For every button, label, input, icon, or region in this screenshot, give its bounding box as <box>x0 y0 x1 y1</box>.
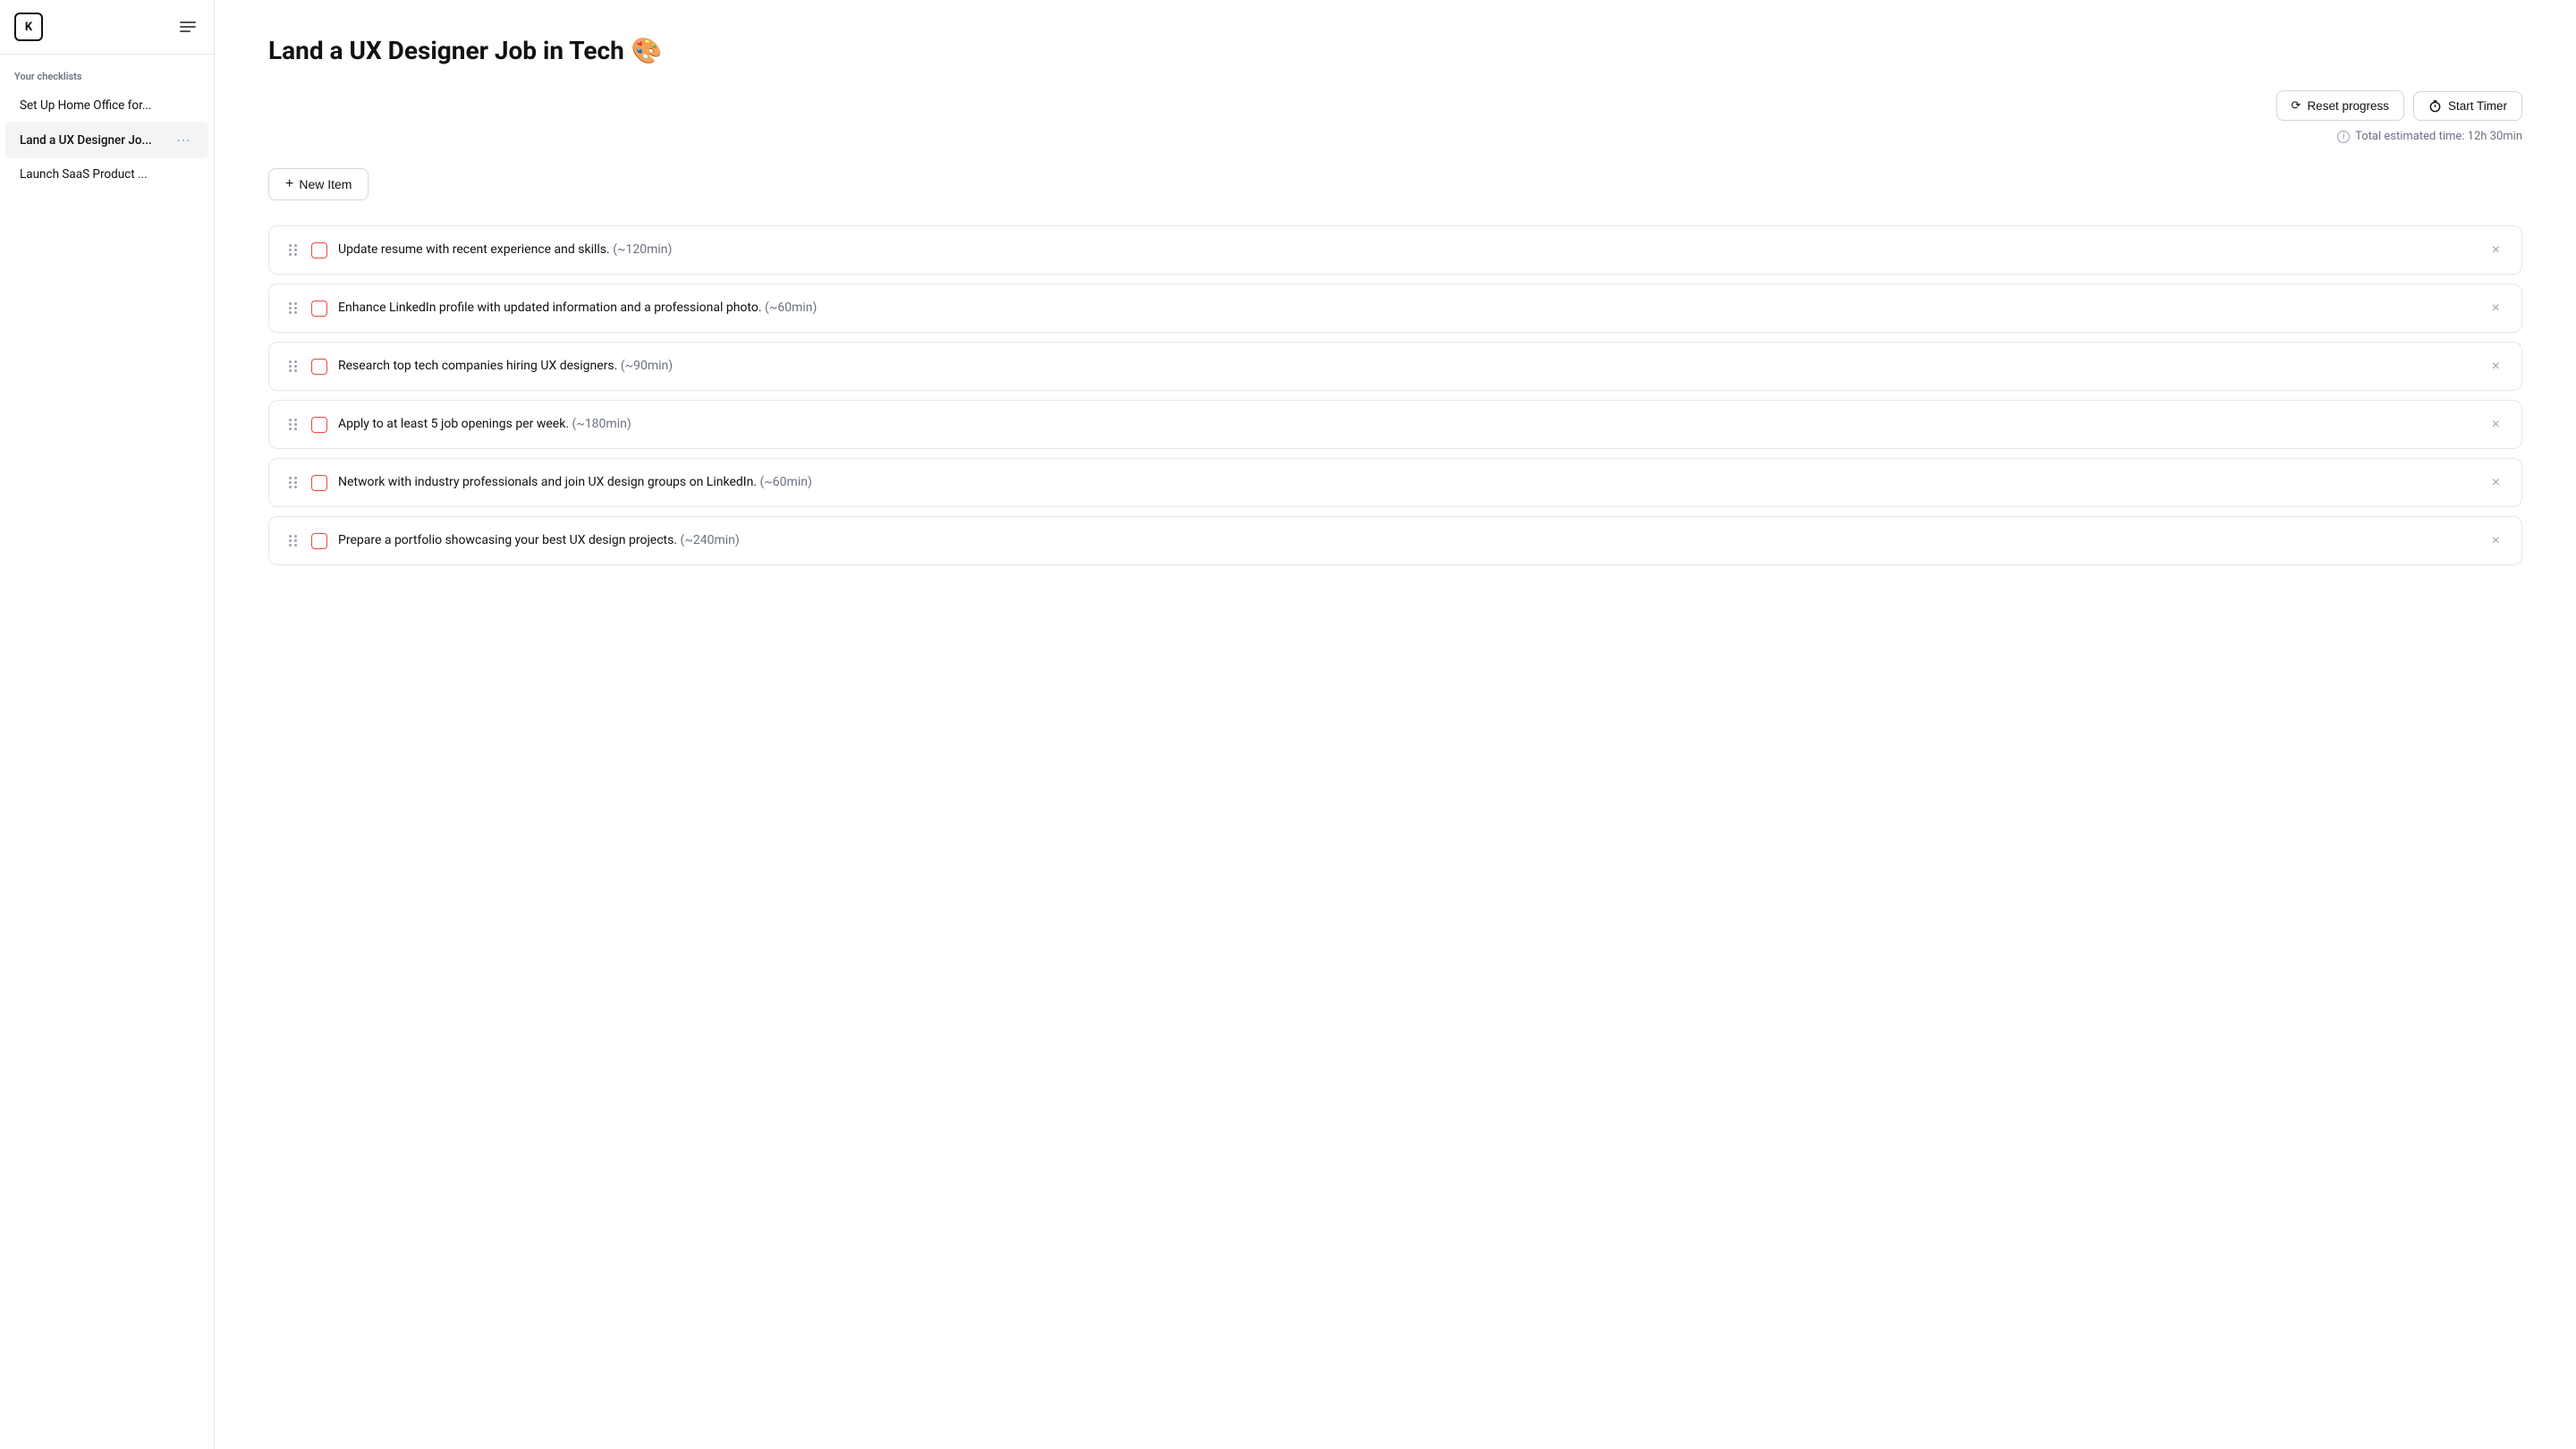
reset-label: Reset progress <box>2307 99 2389 113</box>
item-time: (~240min) <box>681 533 740 547</box>
logo-icon: K <box>14 13 43 41</box>
checklist-item: Research top tech companies hiring UX de… <box>268 342 2522 391</box>
toolbar: ⟳ Reset progress Start Timer <box>268 90 2522 121</box>
drag-handle[interactable] <box>285 475 301 490</box>
plus-icon: + <box>285 177 293 191</box>
item-main-text: Enhance LinkedIn profile with updated in… <box>338 301 762 315</box>
sidebar-item-label: Launch SaaS Product ... <box>20 167 194 182</box>
item-text: Apply to at least 5 job openings per wee… <box>338 415 2476 434</box>
sidebar-items-list: Set Up Home Office for... Land a UX Desi… <box>0 89 214 191</box>
sidebar-header: K <box>0 0 214 55</box>
sidebar-item-saas-product[interactable]: Launch SaaS Product ... <box>5 159 208 190</box>
remove-item-button[interactable]: × <box>2487 358 2505 376</box>
item-main-text: Prepare a portfolio showcasing your best… <box>338 533 677 547</box>
drag-handle[interactable] <box>285 301 301 316</box>
checkbox[interactable] <box>311 417 327 433</box>
item-main-text: Network with industry professionals and … <box>338 475 757 489</box>
main-content: Land a UX Designer Job in Tech 🎨 ⟳ Reset… <box>215 0 2576 1449</box>
item-text: Update resume with recent experience and… <box>338 241 2476 259</box>
checklist-item: Update resume with recent experience and… <box>268 225 2522 275</box>
sidebar-item-label: Land a UX Designer Jo... <box>20 133 173 148</box>
remove-item-button[interactable]: × <box>2487 300 2505 318</box>
checklist-item: Apply to at least 5 job openings per wee… <box>268 400 2522 449</box>
sidebar-section-title: Your checklists <box>0 55 214 89</box>
item-text: Network with industry professionals and … <box>338 473 2476 492</box>
item-main-text: Update resume with recent experience and… <box>338 242 610 257</box>
checkbox[interactable] <box>311 359 327 375</box>
checklist-item: Network with industry professionals and … <box>268 458 2522 507</box>
item-time: (~180min) <box>572 417 631 431</box>
checkbox[interactable] <box>311 301 327 317</box>
info-icon: i <box>2337 131 2350 143</box>
item-text: Enhance LinkedIn profile with updated in… <box>338 299 2476 318</box>
sidebar-item-ux-designer[interactable]: Land a UX Designer Jo... ⋯ <box>5 122 208 158</box>
item-text: Research top tech companies hiring UX de… <box>338 357 2476 376</box>
remove-item-button[interactable]: × <box>2487 474 2505 492</box>
checklist-items-list: Update resume with recent experience and… <box>268 225 2522 565</box>
sidebar-item-home-office[interactable]: Set Up Home Office for... <box>5 90 208 121</box>
item-main-text: Apply to at least 5 job openings per wee… <box>338 417 569 431</box>
timer-icon <box>2428 99 2442 113</box>
drag-handle[interactable] <box>285 359 301 374</box>
checkbox[interactable] <box>311 475 327 491</box>
drag-handle[interactable] <box>285 417 301 432</box>
new-item-label: New Item <box>299 177 352 191</box>
estimated-time: i Total estimated time: 12h 30min <box>268 130 2522 143</box>
estimated-time-text: Total estimated time: 12h 30min <box>2355 130 2522 143</box>
sidebar: K Your checklists Set Up Home Office for… <box>0 0 215 1449</box>
item-time: (~60min) <box>765 301 817 315</box>
drag-handle[interactable] <box>285 533 301 548</box>
item-text: Prepare a portfolio showcasing your best… <box>338 531 2476 550</box>
remove-item-button[interactable]: × <box>2487 242 2505 259</box>
item-time: (~90min) <box>621 359 673 373</box>
checklist-item: Enhance LinkedIn profile with updated in… <box>268 284 2522 333</box>
page-title-emoji: 🎨 <box>631 36 663 65</box>
sidebar-item-label: Set Up Home Office for... <box>20 98 194 113</box>
drag-handle[interactable] <box>285 242 301 258</box>
reset-progress-button[interactable]: ⟳ Reset progress <box>2276 90 2404 121</box>
remove-item-button[interactable]: × <box>2487 532 2505 550</box>
page-title-text: Land a UX Designer Job in Tech <box>268 36 624 65</box>
timer-label: Start Timer <box>2448 99 2507 113</box>
checkbox[interactable] <box>311 242 327 258</box>
reset-icon: ⟳ <box>2292 98 2301 113</box>
item-main-text: Research top tech companies hiring UX de… <box>338 359 617 373</box>
start-timer-button[interactable]: Start Timer <box>2413 91 2522 121</box>
new-item-button[interactable]: + New Item <box>268 168 369 200</box>
page-title: Land a UX Designer Job in Tech 🎨 <box>268 36 2522 65</box>
checkbox[interactable] <box>311 533 327 549</box>
sidebar-item-menu-icon[interactable]: ⋯ <box>173 130 194 150</box>
item-time: (~60min) <box>759 475 811 489</box>
checklist-item: Prepare a portfolio showcasing your best… <box>268 516 2522 565</box>
remove-item-button[interactable]: × <box>2487 416 2505 434</box>
sidebar-menu-button[interactable] <box>176 18 199 36</box>
item-time: (~120min) <box>613 242 672 257</box>
